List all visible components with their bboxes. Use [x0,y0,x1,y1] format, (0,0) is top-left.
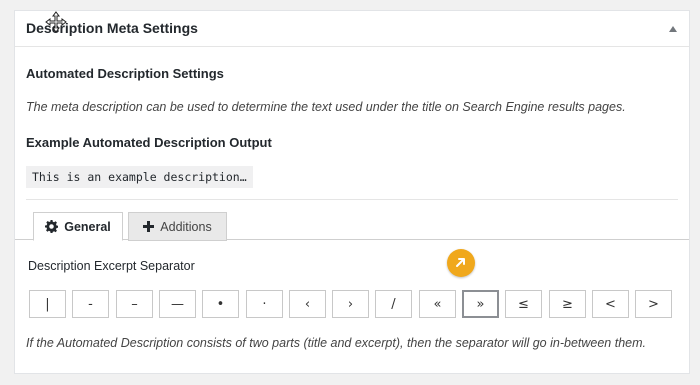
separator-option-button[interactable]: ‹ [289,290,326,318]
example-output-code: This is an example description… [26,166,253,188]
example-output-heading: Example Automated Description Output [26,135,272,150]
plus-icon [143,221,155,232]
separator-help-text: If the Automated Description consists of… [26,336,646,350]
separator-heading: Description Excerpt Separator [28,259,195,273]
automated-description-heading: Automated Description Settings [26,66,224,81]
separator-option-button[interactable]: / [375,290,412,318]
separator-option-button[interactable]: < [592,290,629,318]
step-pointer-badge [447,249,475,277]
separator-option-button[interactable]: > [635,290,672,318]
separator-option-button[interactable]: ≥ [549,290,586,318]
separator-option-button[interactable]: • [202,290,239,318]
separator-option-button[interactable]: « [419,290,456,318]
settings-tabs: General Additions [15,210,689,241]
separator-option-button[interactable]: ≤ [505,290,542,318]
separator-option-button[interactable]: · [246,290,283,318]
separator-option-button[interactable]: – [116,290,153,318]
tab-general[interactable]: General [33,212,123,241]
metabox-header[interactable]: Description Meta Settings [15,11,689,47]
separator-option-button[interactable]: | [29,290,66,318]
collapse-arrow-icon[interactable] [669,26,677,32]
separator-option-button[interactable]: — [159,290,196,318]
description-meta-settings-box: Description Meta Settings Automated Desc… [14,10,690,374]
meta-description-text: The meta description can be used to dete… [26,100,626,114]
tab-additions-label: Additions [160,219,212,234]
separator-option-button[interactable]: › [332,290,369,318]
tab-additions[interactable]: Additions [128,212,227,241]
tab-general-label: General [64,219,111,234]
separator-option-button[interactable]: - [72,290,109,318]
separator-option-button[interactable]: » [462,290,499,318]
section-divider [26,199,678,200]
move-cursor-icon [45,11,67,33]
gear-icon [45,220,59,233]
